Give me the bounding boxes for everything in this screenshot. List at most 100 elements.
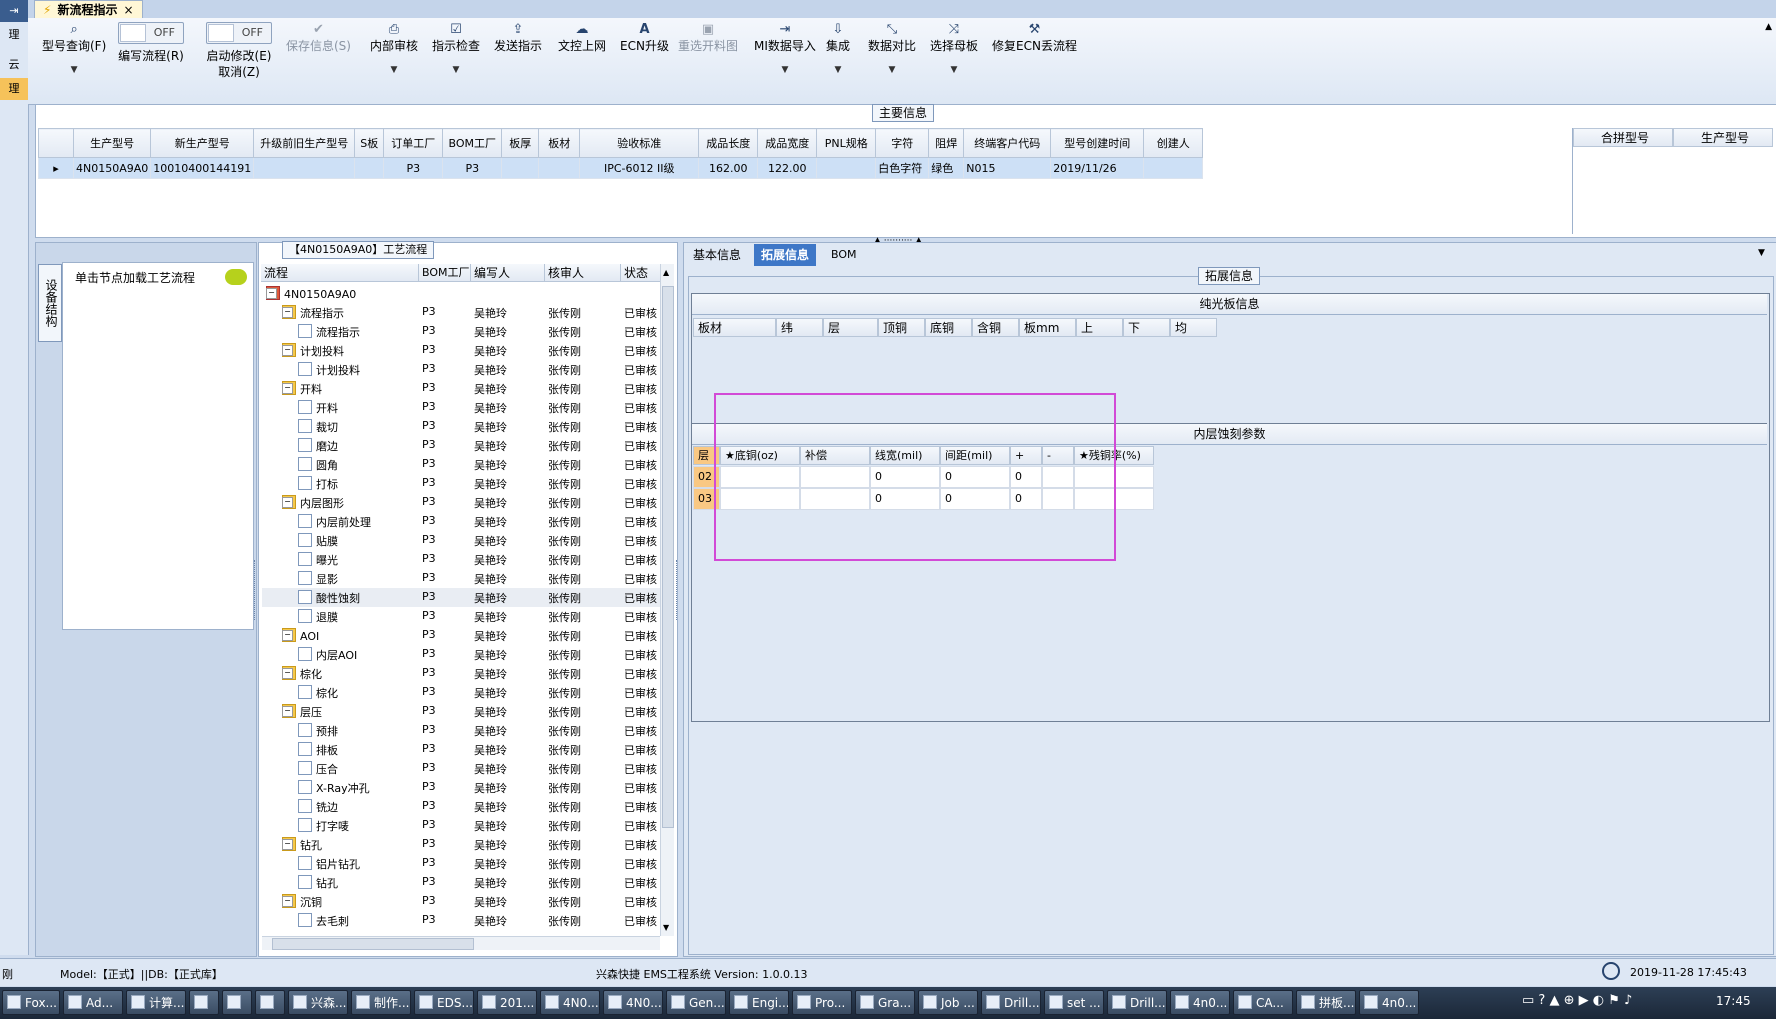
- tab-extended-info[interactable]: 拓展信息: [754, 244, 817, 266]
- list-item[interactable]: 铣边 P3 吴艳玲 张传刚 已审核: [262, 797, 660, 816]
- tray-icons[interactable]: ▭ ? ▲ ⊕ ▶ ◐ ⚑ ♪: [1522, 993, 1632, 1008]
- list-item[interactable]: 打标 P3 吴艳玲 张传刚 已审核: [262, 474, 660, 493]
- list-item[interactable]: 压合 P3 吴艳玲 张传刚 已审核: [262, 759, 660, 778]
- taskbar-item[interactable]: 兴森...: [288, 990, 348, 1015]
- table-cell[interactable]: 162.00: [698, 157, 759, 179]
- list-item[interactable]: 去毛刺 P3 吴艳玲 张传刚 已审核: [262, 911, 660, 930]
- list-item[interactable]: − 棕化 P3 吴艳玲 张传刚 已审核: [262, 664, 660, 683]
- chevron-down-icon[interactable]: ▼: [930, 62, 978, 78]
- list-item[interactable]: − 计划投料 P3 吴艳玲 张传刚 已审核: [262, 341, 660, 360]
- taskbar-item[interactable]: CA...: [1233, 990, 1293, 1015]
- list-item[interactable]: −4N0150A9A0: [262, 284, 660, 303]
- column-header[interactable]: 成品长度: [698, 128, 759, 158]
- list-item[interactable]: 打字唛 P3 吴艳玲 张传刚 已审核: [262, 816, 660, 835]
- column-header[interactable]: S板: [354, 128, 385, 158]
- taskbar-item[interactable]: Gen...: [666, 990, 726, 1015]
- taskbar-item[interactable]: 4N0...: [540, 990, 600, 1015]
- instruction-check-button[interactable]: ☑ 指示检查 ▼: [432, 22, 480, 78]
- column-header[interactable]: 板材: [693, 318, 776, 337]
- taskbar-item[interactable]: 4N0...: [603, 990, 663, 1015]
- flow-horizontal-scrollbar[interactable]: [262, 936, 660, 950]
- column-header[interactable]: 板mm: [1019, 318, 1076, 337]
- chevron-down-icon[interactable]: ▼: [826, 62, 850, 78]
- taskbar-item[interactable]: Fox...: [2, 990, 60, 1015]
- start-modify-toggle[interactable]: OFF 启动修改(E) 取消(Z): [206, 22, 272, 80]
- expand-toggle-icon[interactable]: −: [282, 630, 293, 641]
- table-cell[interactable]: [538, 157, 581, 179]
- taskbar-item[interactable]: 4n0...: [1359, 990, 1419, 1015]
- row-indicator-icon[interactable]: ▸: [38, 157, 74, 179]
- chevron-down-icon[interactable]: ▼: [868, 62, 916, 78]
- taskbar-item[interactable]: Drill...: [1107, 990, 1167, 1015]
- column-header[interactable]: 创建人: [1143, 128, 1204, 158]
- table-cell[interactable]: N015: [963, 157, 1052, 179]
- column-header[interactable]: 订单工厂: [383, 128, 444, 158]
- mi-data-import-button[interactable]: ⇥ MI数据导入 ▼: [754, 22, 816, 78]
- column-header[interactable]: 成品宽度: [757, 128, 818, 158]
- tab-bom[interactable]: BOM: [824, 244, 864, 266]
- column-header[interactable]: 升级前旧生产型号: [253, 128, 356, 158]
- expand-toggle-icon[interactable]: −: [282, 383, 293, 394]
- chevron-down-icon[interactable]: ▼: [42, 62, 106, 78]
- edge-item-1[interactable]: 理: [0, 24, 28, 46]
- column-header[interactable]: 含铜: [972, 318, 1019, 337]
- expand-toggle-icon[interactable]: −: [282, 896, 293, 907]
- taskbar-item[interactable]: set ...: [1044, 990, 1104, 1015]
- table-cell[interactable]: IPC-6012 II级: [579, 157, 700, 179]
- column-header[interactable]: 生产型号: [1673, 128, 1773, 147]
- fix-ecn-lost-flow-button[interactable]: ⚒ 修复ECN丢流程: [992, 22, 1077, 54]
- chevron-up-icon[interactable]: ▲: [1765, 22, 1772, 32]
- table-cell[interactable]: 122.00: [757, 157, 818, 179]
- taskbar-item[interactable]: Ad...: [63, 990, 123, 1015]
- table-cell[interactable]: 白色字符: [875, 157, 930, 179]
- column-header[interactable]: 生产型号: [72, 128, 152, 158]
- list-item[interactable]: 退膜 P3 吴艳玲 张传刚 已审核: [262, 607, 660, 626]
- column-header[interactable]: 板材: [538, 128, 581, 158]
- reselect-cut-image-button[interactable]: ▣ 重选开料图: [678, 22, 738, 54]
- list-item[interactable]: 预排 P3 吴艳玲 张传刚 已审核: [262, 721, 660, 740]
- column-header[interactable]: 顶铜: [878, 318, 925, 337]
- expand-toggle-icon[interactable]: −: [282, 497, 293, 508]
- write-flow-toggle[interactable]: OFF 编写流程(R): [118, 22, 184, 64]
- taskbar-item[interactable]: 4n0...: [1170, 990, 1230, 1015]
- column-header[interactable]: 验收标准: [579, 128, 700, 158]
- column-header[interactable]: 型号创建时间: [1050, 128, 1145, 158]
- table-cell[interactable]: [354, 157, 385, 179]
- taskbar-item[interactable]: Gra...: [855, 990, 915, 1015]
- column-header[interactable]: 阻焊: [928, 128, 965, 158]
- expand-toggle-icon[interactable]: −: [282, 839, 293, 850]
- table-cell[interactable]: 绿色: [928, 157, 965, 179]
- vertical-tab-equipment-structure[interactable]: 设备结构: [38, 264, 62, 342]
- table-cell[interactable]: [253, 157, 356, 179]
- data-compare-button[interactable]: ⤡ 数据对比 ▼: [868, 22, 916, 78]
- list-item[interactable]: − 沉铜 P3 吴艳玲 张传刚 已审核: [262, 892, 660, 911]
- table-cell[interactable]: [816, 157, 877, 179]
- toggle-switch[interactable]: OFF: [206, 22, 272, 44]
- column-header-flow[interactable]: 流程: [261, 264, 419, 282]
- list-item[interactable]: 棕化 P3 吴艳玲 张传刚 已审核: [262, 683, 660, 702]
- column-header[interactable]: 层: [823, 318, 878, 337]
- list-item[interactable]: 流程指示 P3 吴艳玲 张传刚 已审核: [262, 322, 660, 341]
- list-item[interactable]: 排板 P3 吴艳玲 张传刚 已审核: [262, 740, 660, 759]
- list-item[interactable]: 磨边 P3 吴艳玲 张传刚 已审核: [262, 436, 660, 455]
- table-cell[interactable]: [1143, 157, 1204, 179]
- taskbar-item[interactable]: [189, 990, 219, 1015]
- column-header-bom[interactable]: BOM工厂: [419, 264, 471, 282]
- list-item[interactable]: 开料 P3 吴艳玲 张传刚 已审核: [262, 398, 660, 417]
- column-header[interactable]: 上: [1076, 318, 1123, 337]
- table-cell[interactable]: P3: [383, 157, 444, 179]
- select-motherboard-button[interactable]: ⤨ 选择母板 ▼: [930, 22, 978, 78]
- column-header[interactable]: PNL规格: [816, 128, 877, 158]
- expand-toggle-icon[interactable]: −: [282, 668, 293, 679]
- model-query-button[interactable]: ⌕ 型号查询(F) ▼: [42, 22, 106, 78]
- list-item[interactable]: − 层压 P3 吴艳玲 张传刚 已审核: [262, 702, 660, 721]
- list-item[interactable]: 计划投料 P3 吴艳玲 张传刚 已审核: [262, 360, 660, 379]
- chevron-down-icon[interactable]: ▼: [370, 62, 418, 78]
- node-hint-text[interactable]: 单击节点加载工艺流程: [75, 269, 195, 286]
- login-icon[interactable]: ⇥: [0, 0, 28, 22]
- list-item[interactable]: 曝光 P3 吴艳玲 张传刚 已审核: [262, 550, 660, 569]
- taskbar-item[interactable]: Pro...: [792, 990, 852, 1015]
- table-cell[interactable]: 2019/11/26: [1050, 157, 1145, 179]
- list-item[interactable]: − 开料 P3 吴艳玲 张传刚 已审核: [262, 379, 660, 398]
- toggle-switch[interactable]: OFF: [118, 22, 184, 44]
